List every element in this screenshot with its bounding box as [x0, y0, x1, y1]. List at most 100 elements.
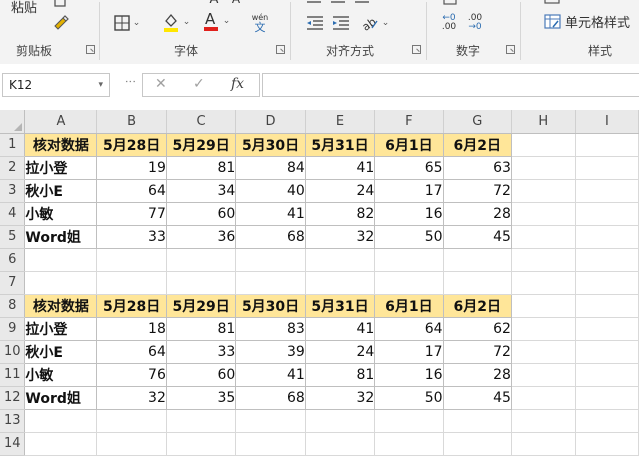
decrease-indent-button[interactable]: [304, 13, 326, 33]
cell-h4[interactable]: [511, 202, 576, 226]
column-header-i[interactable]: I: [575, 110, 639, 134]
orientation-button[interactable]: ab ⌄: [358, 12, 392, 34]
name-box[interactable]: K12 ▾: [2, 73, 110, 97]
align-top-button[interactable]: [304, 0, 324, 6]
row-header[interactable]: 7: [0, 271, 26, 295]
cell-a3[interactable]: 秋小E: [24, 178, 98, 203]
cell-a10[interactable]: 秋小E: [24, 339, 98, 364]
cell-f2[interactable]: 65: [374, 155, 444, 180]
increase-indent-button[interactable]: [330, 13, 352, 33]
cell-h2[interactable]: [511, 156, 576, 180]
cell-f4[interactable]: 16: [374, 201, 444, 226]
cell-b6[interactable]: [96, 248, 167, 272]
cell-g2[interactable]: 63: [442, 155, 512, 180]
font-size-increase-button[interactable]: A: [206, 0, 222, 7]
cell-a11[interactable]: 小敏: [24, 362, 98, 387]
column-header-g[interactable]: G: [443, 110, 512, 134]
cell-e5[interactable]: 32: [304, 224, 376, 249]
cell-c7[interactable]: [166, 271, 237, 295]
cell-i2[interactable]: [575, 156, 639, 180]
column-header-h[interactable]: H: [511, 110, 576, 134]
cell-b2[interactable]: 19: [96, 155, 167, 180]
font-size-decrease-button[interactable]: A: [228, 0, 244, 6]
cell-d4[interactable]: 41: [235, 201, 306, 226]
row-header[interactable]: 9: [0, 317, 26, 341]
row-header[interactable]: 8: [0, 294, 26, 318]
cell-c13[interactable]: [166, 409, 237, 433]
enter-icon[interactable]: ✓: [193, 76, 205, 92]
cell-b13[interactable]: [96, 409, 167, 433]
cell-g13[interactable]: [443, 409, 512, 433]
cell-g10[interactable]: 72: [442, 339, 512, 364]
cell-h8[interactable]: [511, 294, 576, 318]
cell-i14[interactable]: [575, 432, 639, 456]
alignment-launcher-icon[interactable]: [412, 45, 421, 54]
column-header-e[interactable]: E: [305, 110, 376, 134]
cell-d7[interactable]: [235, 271, 306, 295]
cell-c10[interactable]: 33: [165, 339, 237, 364]
cell-f11[interactable]: 16: [374, 362, 444, 387]
cell-c1[interactable]: 5月29日: [165, 132, 237, 157]
cell-h10[interactable]: [511, 340, 576, 364]
cell-c4[interactable]: 60: [165, 201, 237, 226]
cell-c2[interactable]: 81: [165, 155, 237, 180]
column-header-b[interactable]: B: [96, 110, 167, 134]
cell-e10[interactable]: 24: [304, 339, 376, 364]
fill-color-button[interactable]: ⌄: [158, 10, 194, 34]
cell-d13[interactable]: [235, 409, 306, 433]
cell-f14[interactable]: [374, 432, 444, 456]
cell-h5[interactable]: [511, 225, 576, 249]
cell-a6[interactable]: [24, 248, 98, 272]
align-bottom-button[interactable]: [352, 0, 372, 6]
cell-d10[interactable]: 39: [235, 339, 306, 364]
cell-f8[interactable]: 6月1日: [374, 293, 444, 318]
cell-f9[interactable]: 64: [374, 316, 444, 341]
insert-function-icon[interactable]: fx: [231, 76, 244, 92]
cell-g6[interactable]: [443, 248, 512, 272]
cell-a4[interactable]: 小敏: [24, 201, 98, 226]
cell-f13[interactable]: [374, 409, 444, 433]
cell-f1[interactable]: 6月1日: [374, 132, 444, 157]
cell-g9[interactable]: 62: [442, 316, 512, 341]
cell-i13[interactable]: [575, 409, 639, 433]
cell-b1[interactable]: 5月28日: [96, 132, 167, 157]
cell-d5[interactable]: 68: [235, 224, 306, 249]
row-header[interactable]: 1: [0, 133, 26, 157]
cell-g3[interactable]: 72: [442, 178, 512, 203]
cell-g4[interactable]: 28: [442, 201, 512, 226]
cell-g5[interactable]: 45: [442, 224, 512, 249]
cell-g1[interactable]: 6月2日: [442, 132, 512, 157]
cell-h1[interactable]: [511, 133, 576, 157]
cell-d8[interactable]: 5月30日: [235, 293, 306, 318]
cell-a13[interactable]: [24, 409, 98, 433]
column-header-c[interactable]: C: [166, 110, 237, 134]
cell-e8[interactable]: 5月31日: [304, 293, 376, 318]
cell-d11[interactable]: 41: [235, 362, 306, 387]
clipboard-launcher-icon[interactable]: [86, 45, 95, 54]
cell-b7[interactable]: [96, 271, 167, 295]
cell-b14[interactable]: [96, 432, 167, 456]
font-launcher-icon[interactable]: [276, 45, 285, 54]
cell-a1[interactable]: 核对数据: [24, 132, 98, 157]
cell-i6[interactable]: [575, 248, 639, 272]
cell-i9[interactable]: [575, 317, 639, 341]
cell-d6[interactable]: [235, 248, 306, 272]
cell-g7[interactable]: [443, 271, 512, 295]
cell-a2[interactable]: 拉小登: [24, 155, 98, 180]
cell-i12[interactable]: [575, 386, 639, 410]
cancel-icon[interactable]: ✕: [155, 76, 167, 92]
cell-f3[interactable]: 17: [374, 178, 444, 203]
phonetic-button[interactable]: wén 文: [244, 10, 276, 36]
cell-a9[interactable]: 拉小登: [24, 316, 98, 341]
cell-e7[interactable]: [305, 271, 376, 295]
chevron-down-icon[interactable]: ▾: [98, 74, 103, 96]
cell-h9[interactable]: [511, 317, 576, 341]
cell-c6[interactable]: [166, 248, 237, 272]
formula-input[interactable]: [262, 73, 639, 97]
cell-f5[interactable]: 50: [374, 224, 444, 249]
accounting-format-button[interactable]: [438, 0, 462, 8]
cell-c12[interactable]: 35: [165, 385, 237, 410]
cell-e14[interactable]: [305, 432, 376, 456]
cell-i10[interactable]: [575, 340, 639, 364]
cell-c9[interactable]: 81: [165, 316, 237, 341]
